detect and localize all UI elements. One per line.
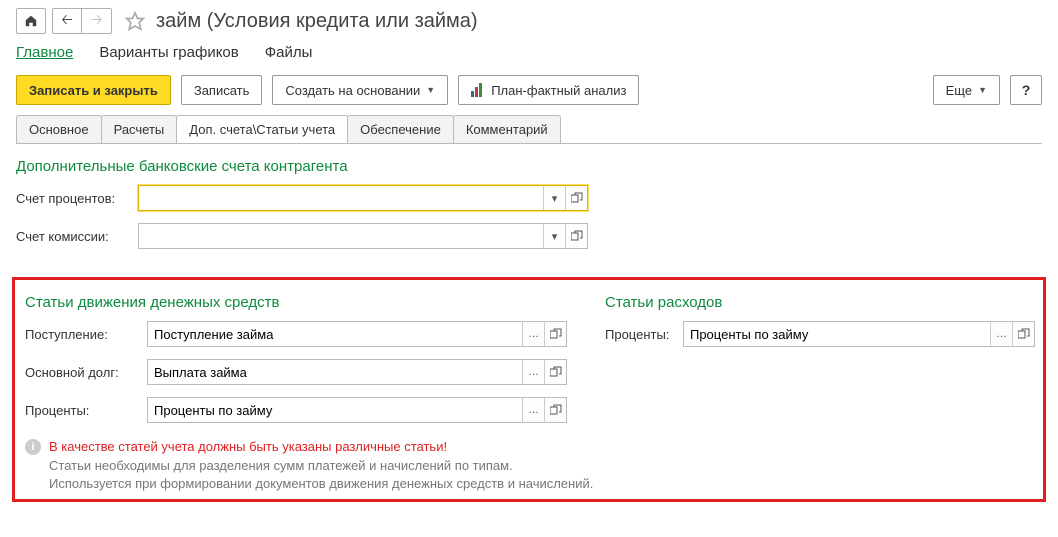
commission-account-label: Счет комиссии: — [16, 229, 138, 244]
commission-account-input[interactable] — [139, 224, 543, 248]
open-ref-icon[interactable] — [544, 398, 566, 422]
dropdown-icon[interactable]: ▾ — [543, 186, 565, 210]
open-ref-icon[interactable] — [565, 224, 587, 248]
inflow-label: Поступление: — [25, 327, 147, 342]
open-ref-icon[interactable] — [565, 186, 587, 210]
info-icon: i — [25, 439, 41, 455]
ellipsis-icon[interactable]: … — [522, 360, 544, 384]
menu-files[interactable]: Файлы — [265, 44, 313, 61]
tab-comment[interactable]: Комментарий — [453, 115, 561, 143]
open-ref-icon[interactable] — [544, 360, 566, 384]
plan-fact-label: План-фактный анализ — [491, 83, 626, 98]
interest-input[interactable] — [148, 398, 522, 422]
principal-label: Основной долг: — [25, 365, 147, 380]
chart-icon — [471, 83, 485, 97]
open-ref-icon[interactable] — [544, 322, 566, 346]
tab-main[interactable]: Основное — [16, 115, 102, 143]
page-title: займ (Условия кредита или займа) — [156, 10, 478, 33]
exp-interest-label: Проценты: — [605, 327, 683, 342]
ellipsis-icon[interactable]: … — [522, 398, 544, 422]
create-based-label: Создать на основании — [285, 83, 420, 98]
warning-text: В качестве статей учета должны быть указ… — [49, 439, 447, 454]
interest-account-input[interactable] — [139, 186, 543, 210]
home-button[interactable] — [16, 8, 46, 34]
tab-collateral[interactable]: Обеспечение — [347, 115, 454, 143]
more-label: Еще — [946, 83, 972, 98]
principal-input[interactable] — [148, 360, 522, 384]
more-button[interactable]: Еще ▼ — [933, 75, 1000, 105]
ellipsis-icon[interactable]: … — [990, 322, 1012, 346]
interest-label: Проценты: — [25, 403, 147, 418]
exp-interest-input[interactable] — [684, 322, 990, 346]
ellipsis-icon[interactable]: … — [522, 322, 544, 346]
forward-button[interactable]: 🡢 — [82, 8, 112, 34]
back-button[interactable]: 🡠 — [52, 8, 82, 34]
inflow-input[interactable] — [148, 322, 522, 346]
help-text-2: Используется при формировании документов… — [49, 475, 1033, 493]
create-based-button[interactable]: Создать на основании ▼ — [272, 75, 448, 105]
tab-calc[interactable]: Расчеты — [101, 115, 178, 143]
help-text-1: Статьи необходимы для разделения сумм пл… — [49, 457, 1033, 475]
interest-account-label: Счет процентов: — [16, 191, 138, 206]
favorite-star-icon[interactable] — [122, 8, 148, 34]
open-ref-icon[interactable] — [1012, 322, 1034, 346]
chevron-down-icon: ▼ — [426, 85, 435, 95]
tab-accounts[interactable]: Доп. счета\Статьи учета — [176, 115, 348, 143]
plan-fact-button[interactable]: План-фактный анализ — [458, 75, 639, 105]
cashflow-title: Статьи движения денежных средств — [25, 294, 575, 311]
menu-main[interactable]: Главное — [16, 44, 73, 61]
bank-accounts-title: Дополнительные банковские счета контраге… — [16, 158, 1042, 175]
chevron-down-icon: ▼ — [978, 85, 987, 95]
dropdown-icon[interactable]: ▾ — [543, 224, 565, 248]
expense-title: Статьи расходов — [605, 294, 1035, 311]
save-button[interactable]: Записать — [181, 75, 263, 105]
help-button[interactable]: ? — [1010, 75, 1042, 105]
save-close-button[interactable]: Записать и закрыть — [16, 75, 171, 105]
menu-variants[interactable]: Варианты графиков — [99, 44, 238, 61]
